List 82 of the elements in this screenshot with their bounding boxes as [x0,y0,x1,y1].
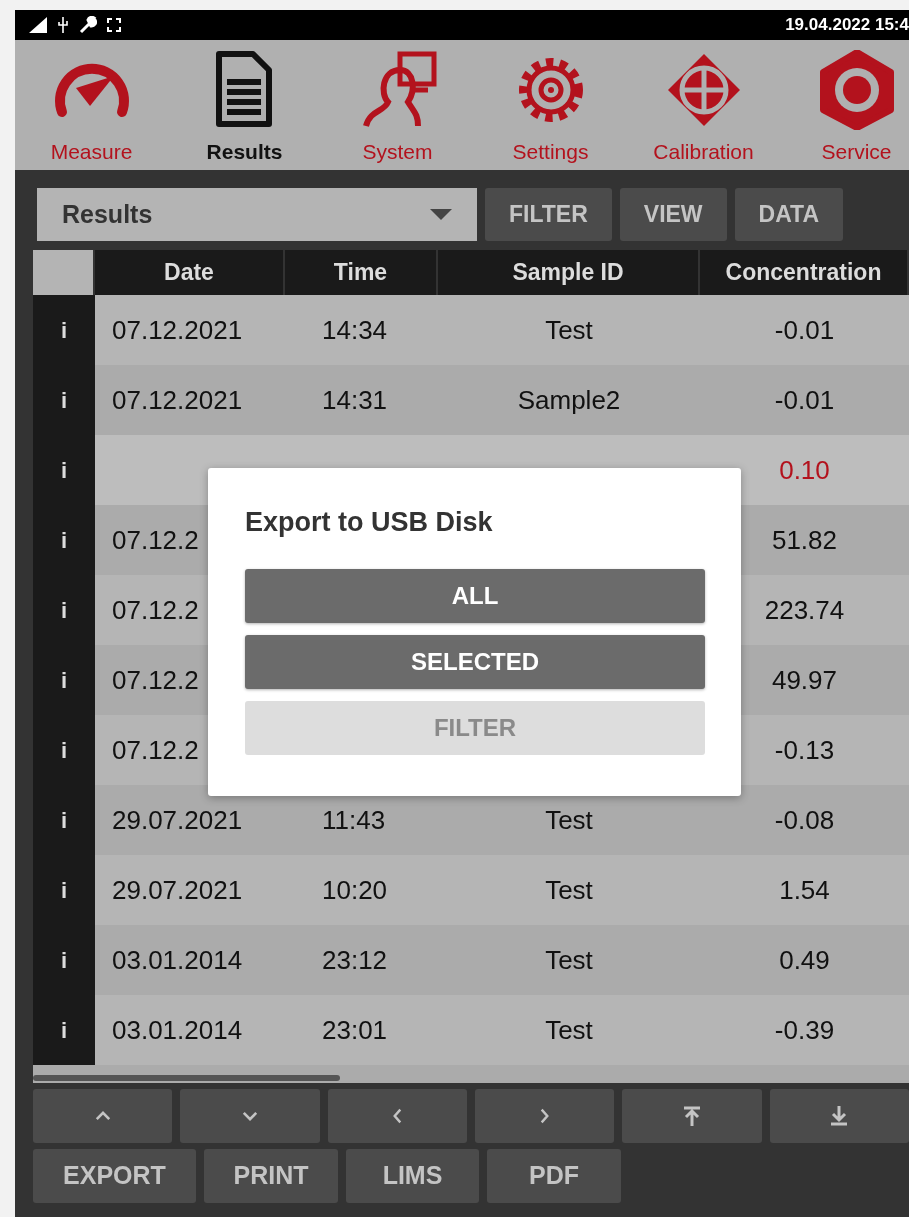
table-cell-text: 0.10 [779,453,830,487]
toolbar-button[interactable]: DATA [734,188,844,241]
chevron-down-button[interactable] [180,1089,320,1143]
info-button[interactable]: i [33,645,95,715]
table-cell-text: -0.01 [774,313,835,347]
table-cell-text: -0.01 [774,383,835,417]
date-time: 19.04.2022 15:4 [785,14,909,37]
info-button[interactable]: i [33,295,95,365]
dialog-title: Export to USB Disk [245,506,494,539]
table-cell-text: Test [545,873,593,907]
action-button[interactable]: PDF [487,1149,621,1203]
table-row[interactable]: i 03.01.2014 23:12 Test 0.49 [33,925,909,995]
table-cell-text: 0.49 [779,943,830,977]
toolbar-button[interactable]: VIEW [619,188,727,241]
table-cell-text: 14:34 [322,313,388,347]
table-cell-text: 29.07.2021 [112,873,243,907]
table-cell-text: 10:20 [322,873,388,907]
table-row[interactable]: i 07.12.2021 14:31 Sample2 -0.01 [33,365,909,435]
arrow-to-top-icon [683,1106,700,1126]
table-cell-text: Test [545,313,593,347]
chevron-down-icon [242,1111,258,1121]
table-cell-text: -0.39 [774,1013,835,1047]
info-button[interactable]: i [33,365,95,435]
table-cell-text: 03.01.2014 [112,1013,243,1047]
table-cell-text: -0.13 [774,733,835,767]
arrow-to-bottom-button[interactable] [769,1089,909,1143]
arrow-to-top-button[interactable] [622,1089,762,1143]
chevron-right-button[interactable] [475,1089,615,1143]
chevron-up-icon [94,1111,111,1121]
table-cell-text: 07.12.2 [112,593,199,627]
option-button[interactable]: ALL [245,569,705,624]
caret-icon [430,208,452,221]
table-cell-text: 07.12.2021 [112,313,243,347]
table-cell-text: 1.54 [779,873,830,907]
info-button[interactable]: i [33,505,95,575]
signal-icon [29,17,47,33]
usb-icon [57,17,69,33]
table-cell-text: Test [545,803,593,837]
table-cell-text: 07.12.2 [112,523,199,557]
info-button[interactable]: i [33,575,95,645]
table-cell-text: 07.12.2 [112,733,199,767]
table-cell-text: 29.07.2021 [112,803,243,837]
info-button[interactable]: i [33,435,95,505]
arrow-to-bottom-icon [831,1106,848,1126]
table-cell-text: 51.82 [771,523,838,557]
info-button[interactable]: i [33,715,95,785]
chevron-left-icon [392,1108,402,1124]
table-cell-text: Test [545,943,593,977]
table-row[interactable]: i 03.01.2014 23:01 Test -0.39 [33,995,909,1065]
info-button[interactable]: i [33,785,95,855]
chevron-up-button[interactable] [33,1089,173,1143]
toolbar-button[interactable]: FILTER [485,188,612,241]
table-cell-text: -0.08 [774,803,835,837]
table-row[interactable]: i 29.07.2021 10:20 Test 1.54 [33,855,909,925]
wrench-icon [79,16,97,34]
scrollbar-thumb[interactable] [33,1075,340,1081]
table-cell-text: 223.74 [764,593,845,627]
option-button[interactable]: SELECTED [245,635,705,690]
table-cell-text: 23:01 [322,1013,388,1047]
table-cell-text: 49.97 [771,663,838,697]
info-button[interactable]: i [33,855,95,925]
action-button[interactable]: LIMS [346,1149,479,1203]
info-button[interactable]: i [33,925,95,995]
table-cell-text: 03.01.2014 [112,943,243,977]
header-cell [33,250,95,295]
chevron-right-icon [540,1108,550,1124]
table-cell-text: 07.12.2 [112,663,199,697]
table-cell-text: 23:12 [322,943,388,977]
table-cell-text: 14:31 [322,383,388,417]
table-cell-text: 07.12.2021 [112,383,243,417]
table-row[interactable]: i 29.07.2021 11:43 Test -0.08 [33,785,909,855]
fullscreen-icon [107,18,121,32]
results-dropdown[interactable]: Results [37,188,477,241]
nav-tab[interactable]: Results [168,40,321,170]
info-button[interactable]: i [33,995,95,1065]
action-button[interactable]: PRINT [204,1149,338,1203]
table-cell-text: Test [545,1013,593,1047]
table-cell-text: 11:43 [322,803,386,837]
table-row[interactable]: i 07.12.2021 14:34 Test -0.01 [33,295,909,365]
action-button[interactable]: EXPORT [33,1149,196,1203]
chevron-left-button[interactable] [327,1089,467,1143]
table-cell-text: Sample2 [517,383,621,417]
